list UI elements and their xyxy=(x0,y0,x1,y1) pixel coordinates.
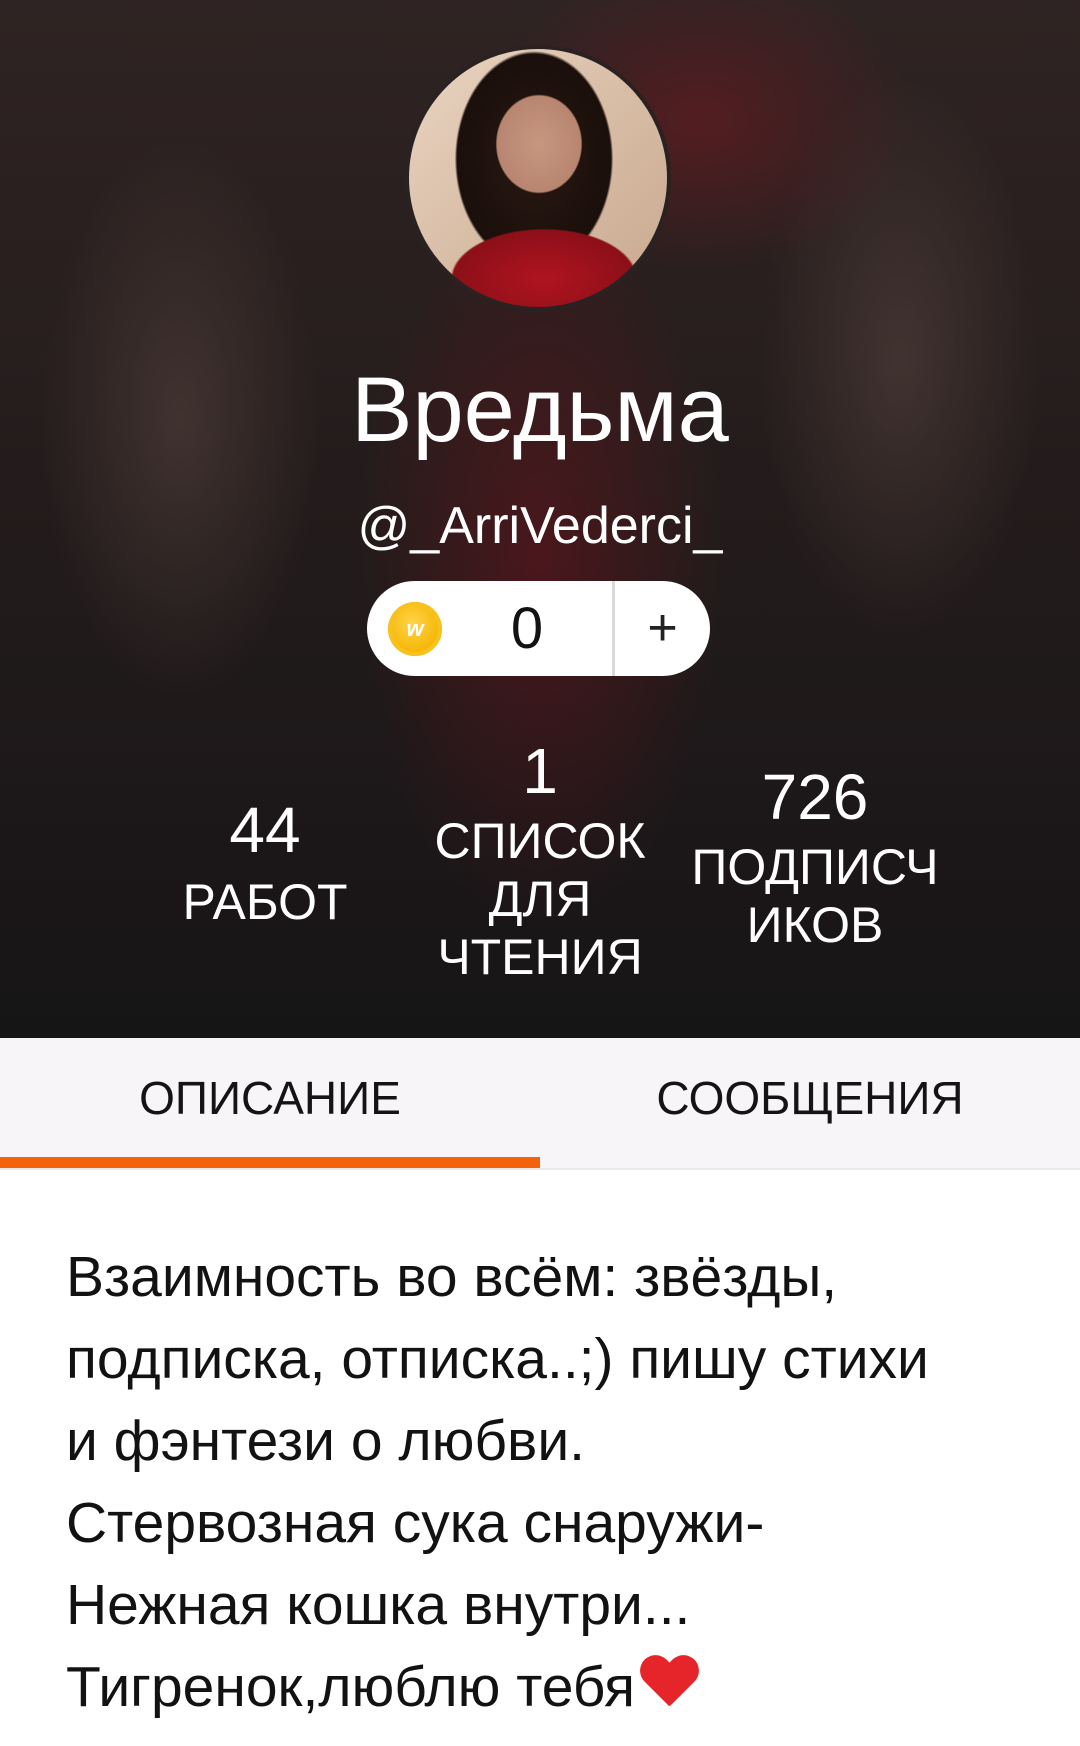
tab-description[interactable]: ОПИСАНИЕ xyxy=(0,1038,540,1168)
description-line: подписка, отписка..;) пишу стихи xyxy=(66,1327,929,1391)
stat-followers[interactable]: 726 ПОДПИСЧ ИКОВ xyxy=(672,762,958,954)
coin-count: 0 xyxy=(510,596,544,661)
tab-messages[interactable]: СООБЩЕНИЯ xyxy=(540,1038,1080,1168)
avatar[interactable] xyxy=(405,45,671,311)
username: @_ArriVederci_ xyxy=(357,497,723,555)
description-line: и фэнтези о любви. xyxy=(66,1409,586,1473)
reading-lists-count: 1 xyxy=(522,735,558,807)
followers-count: 726 xyxy=(761,761,869,833)
stat-works[interactable]: 44 РАБОТ xyxy=(150,795,380,931)
profile-tabs: ОПИСАНИЕ СООБЩЕНИЯ xyxy=(0,1038,1080,1170)
followers-label-line: ИКОВ xyxy=(746,897,884,953)
profile-header: Вредьма @_ArriVederci_ w 0 + 44 РАБОТ 1 … xyxy=(0,0,1080,1038)
add-coins-button[interactable]: + xyxy=(615,581,710,676)
stat-reading-lists[interactable]: 1 СПИСОК ДЛЯ ЧТЕНИЯ xyxy=(410,736,670,986)
reading-lists-label-line: ДЛЯ xyxy=(488,871,592,927)
display-name: Вредьма xyxy=(351,359,729,461)
description-line-last: Тигренок,люблю тебя xyxy=(66,1646,1026,1728)
coins-pill[interactable]: w 0 + xyxy=(367,581,710,676)
coin-icon: w xyxy=(388,601,442,656)
works-label: РАБОТ xyxy=(182,874,348,930)
reading-lists-label-line: ЧТЕНИЯ xyxy=(437,929,643,985)
profile-description: Взаимность во всём: звёзды, подписка, от… xyxy=(66,1236,1026,1728)
reading-lists-label-line: СПИСОК xyxy=(434,813,646,869)
works-count: 44 xyxy=(229,794,301,866)
red-heart-icon xyxy=(639,1656,699,1712)
description-line: Нежная кошка внутри... xyxy=(66,1573,691,1637)
description-line: Взаимность во всём: звёзды, xyxy=(66,1245,838,1309)
followers-label-line: ПОДПИСЧ xyxy=(691,839,939,895)
description-line: Стервозная сука снаружи- xyxy=(66,1491,765,1555)
description-text: Тигренок,люблю тебя xyxy=(66,1655,636,1719)
